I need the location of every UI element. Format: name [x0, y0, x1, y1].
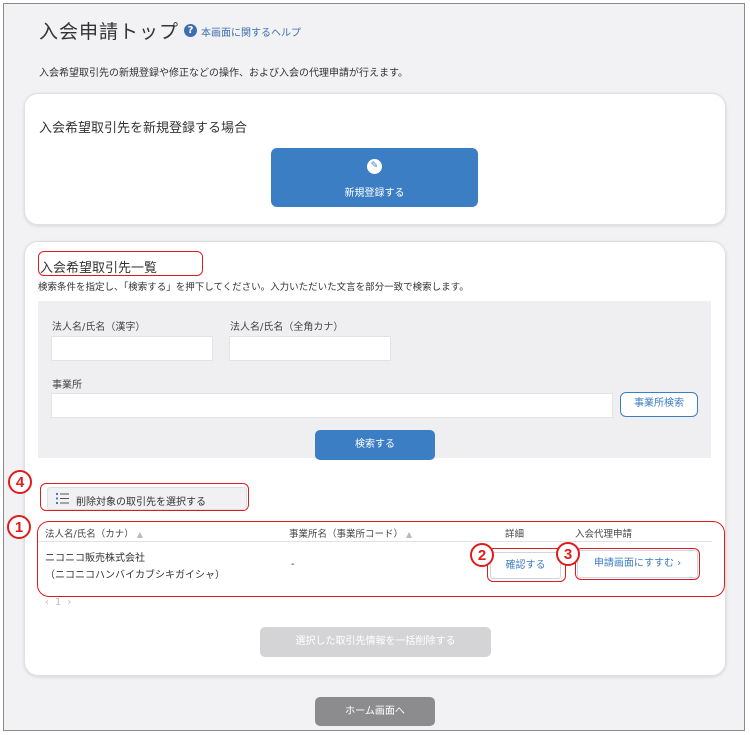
pagination-prev[interactable]: ‹: [45, 597, 55, 608]
pagination: ‹1›: [45, 597, 77, 608]
edit-icon: ✎: [367, 159, 382, 174]
select-delete-targets-button[interactable]: 削除対象の取引先を選択する: [47, 487, 247, 510]
help-link[interactable]: 本画面に関するヘルプ: [201, 24, 301, 39]
office-label: 事業所: [52, 380, 82, 391]
sort-icon: ▲: [406, 530, 413, 539]
annotation-2: 2: [470, 543, 494, 567]
office-search-button[interactable]: 事業所検索: [620, 392, 698, 417]
name-kanji-label: 法人名/氏名（漢字）: [52, 322, 146, 333]
confirm-button-highlight: [487, 548, 566, 582]
apply-button-highlight: [575, 548, 700, 580]
annotation-3: 3: [556, 542, 580, 566]
row-office: -: [291, 559, 295, 570]
help-icon[interactable]: ?: [184, 24, 197, 37]
name-kanji-input[interactable]: [51, 336, 213, 361]
annotation-1: 1: [7, 515, 31, 539]
home-button[interactable]: ホーム画面へ: [315, 697, 435, 726]
column-header-name[interactable]: 法人名/氏名（カナ） ▲: [45, 526, 143, 540]
column-header-name-label: 法人名/氏名（カナ）: [45, 529, 134, 540]
column-header-apply: 入会代理申請: [575, 529, 633, 540]
list-section-description: 検索条件を指定し、「検索する」を押下してください。入力いただいた文言を部分一致で…: [38, 282, 469, 293]
column-header-office-label: 事業所名（事業所コード）: [289, 529, 404, 540]
row-name: ニコニコ販売株式会社: [45, 553, 145, 564]
bulk-delete-button[interactable]: 選択した取引先情報を一括削除する: [260, 627, 491, 657]
office-input[interactable]: [51, 393, 613, 418]
new-registration-button[interactable]: ✎ 新規登録する: [271, 148, 478, 207]
page-title: 入会申請トップ: [39, 21, 180, 43]
search-button[interactable]: 検索する: [315, 430, 435, 460]
annotation-4: 4: [8, 470, 32, 494]
table-header-divider: [38, 541, 712, 542]
list-icon: [56, 493, 69, 504]
name-kana-label: 法人名/氏名（全角カナ）: [230, 322, 344, 333]
row-name-kana: （ニコニコハンバイカブシキガイシャ）: [45, 570, 225, 581]
sort-icon: ▲: [136, 530, 143, 539]
list-section-title: 入会希望取引先一覧: [40, 261, 158, 276]
new-registration-label: 新規登録する: [344, 188, 405, 199]
name-kana-input[interactable]: [229, 336, 391, 361]
column-header-detail: 詳細: [505, 529, 525, 540]
select-delete-targets-label: 削除対象の取引先を選択する: [76, 497, 206, 508]
new-registration-title: 入会希望取引先を新規登録する場合: [39, 121, 248, 136]
column-header-office[interactable]: 事業所名（事業所コード） ▲: [289, 526, 412, 540]
pagination-page[interactable]: 1: [55, 597, 67, 608]
pagination-next[interactable]: ›: [67, 597, 77, 608]
page-description: 入会希望取引先の新規登録や修正などの操作、および入会の代理申請が行えます。: [39, 68, 408, 79]
